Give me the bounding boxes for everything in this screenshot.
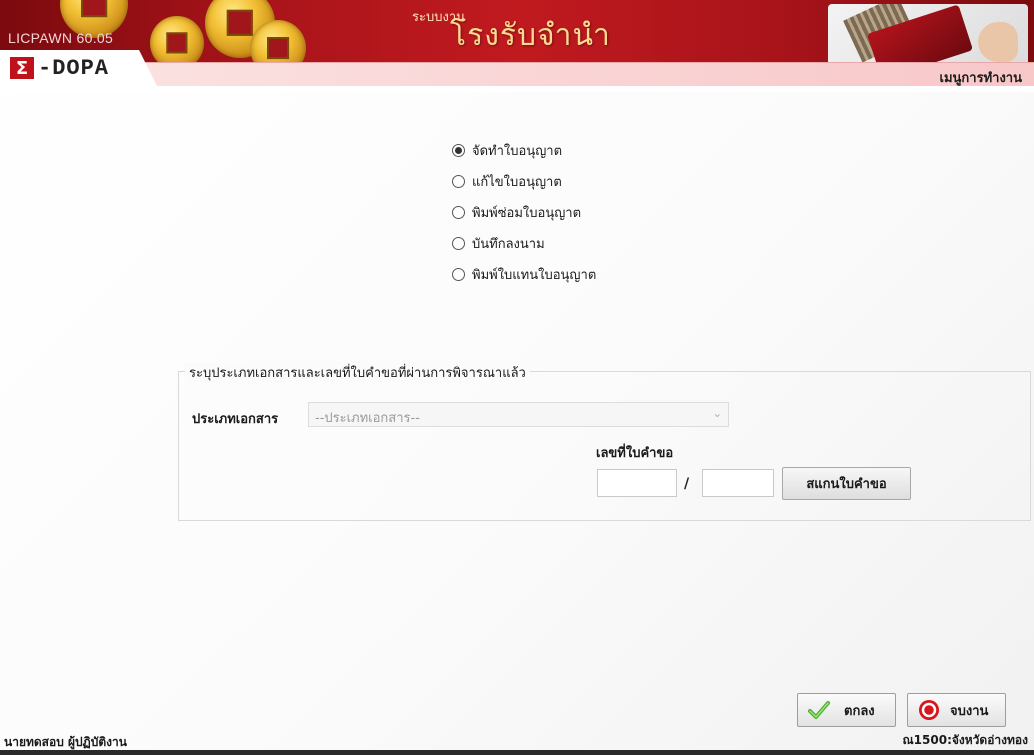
power-icon bbox=[918, 699, 940, 721]
footer-divider bbox=[0, 750, 1034, 755]
doc-type-value: --ประเภทเอกสาร-- bbox=[315, 411, 420, 426]
option-reprint-license[interactable]: พิมพ์ซ่อมใบอนุญาต bbox=[452, 202, 712, 222]
system-title: โรงรับจำนำ bbox=[450, 18, 611, 53]
hand-image bbox=[978, 22, 1018, 62]
option-label: จัดทำใบอนุญาต bbox=[472, 143, 563, 159]
chevron-down-icon: ⌄ bbox=[712, 407, 722, 420]
option-edit-license[interactable]: แก้ไขใบอนุญาต bbox=[452, 171, 712, 191]
option-print-replacement[interactable]: พิมพ์ใบแทนใบอนุญาต bbox=[452, 264, 712, 284]
gold-coin-icon bbox=[250, 20, 306, 62]
option-create-license[interactable]: จัดทำใบอนุญาต bbox=[452, 140, 712, 160]
request-no-separator: / bbox=[684, 476, 690, 492]
request-no-part2-input[interactable] bbox=[702, 469, 774, 497]
doc-type-label: ประเภทเอกสาร bbox=[192, 412, 279, 427]
group-legend: ระบุประเภทเอกสารและเลขที่ใบคำขอที่ผ่านกา… bbox=[185, 362, 530, 383]
option-record-signature[interactable]: บันทึกลงนาม bbox=[452, 233, 712, 253]
menu-label: เมนูการทำงาน bbox=[939, 71, 1022, 86]
app-version: LICPAWN 60.05 bbox=[8, 30, 114, 46]
request-no-label: เลขที่ใบคำขอ bbox=[596, 446, 674, 461]
option-label: พิมพ์ใบแทนใบอนุญาต bbox=[472, 267, 597, 283]
app-header: LICPAWN 60.05 ระบบงาน โรงรับจำนำ เมนูการ… bbox=[0, 0, 1034, 92]
header-banner: LICPAWN 60.05 ระบบงาน โรงรับจำนำ bbox=[0, 0, 1034, 62]
exit-button[interactable]: จบงาน bbox=[907, 693, 1006, 727]
radio-button[interactable] bbox=[452, 236, 465, 250]
radio-button[interactable] bbox=[452, 205, 465, 219]
option-label: บันทึกลงนาม bbox=[472, 236, 545, 252]
exit-label: จบงาน bbox=[950, 703, 989, 719]
sigma-logo-icon: Σ bbox=[10, 57, 34, 79]
logo-text: -DOPA bbox=[38, 55, 110, 81]
wallet-photo bbox=[828, 4, 1028, 62]
option-label: แก้ไขใบอนุญาต bbox=[472, 174, 562, 190]
scan-request-button[interactable]: สแกนใบคำขอ bbox=[782, 467, 911, 500]
dopa-logo: Σ -DOPA bbox=[10, 55, 110, 81]
request-no-part1-input[interactable] bbox=[597, 469, 677, 497]
doc-type-select[interactable]: --ประเภทเอกสาร-- ⌄ bbox=[308, 402, 729, 427]
radio-button[interactable] bbox=[452, 174, 465, 188]
option-label: พิมพ์ซ่อมใบอนุญาต bbox=[472, 205, 582, 221]
radio-button[interactable] bbox=[452, 143, 465, 157]
gold-coin-icon bbox=[150, 16, 204, 62]
ok-label: ตกลง bbox=[844, 703, 875, 719]
task-options: จัดทำใบอนุญาต แก้ไขใบอนุญาต พิมพ์ซ่อมใบอ… bbox=[452, 140, 712, 295]
menu-strip: เมนูการทำงาน bbox=[140, 62, 1034, 86]
radio-button[interactable] bbox=[452, 267, 465, 281]
checkmark-icon bbox=[808, 699, 830, 721]
document-request-group: ระบุประเภทเอกสารและเลขที่ใบคำขอที่ผ่านกา… bbox=[178, 362, 1031, 521]
current-branch: ณ1500:จังหวัดอ่างทอง bbox=[902, 733, 1028, 747]
ok-button[interactable]: ตกลง bbox=[797, 693, 896, 727]
